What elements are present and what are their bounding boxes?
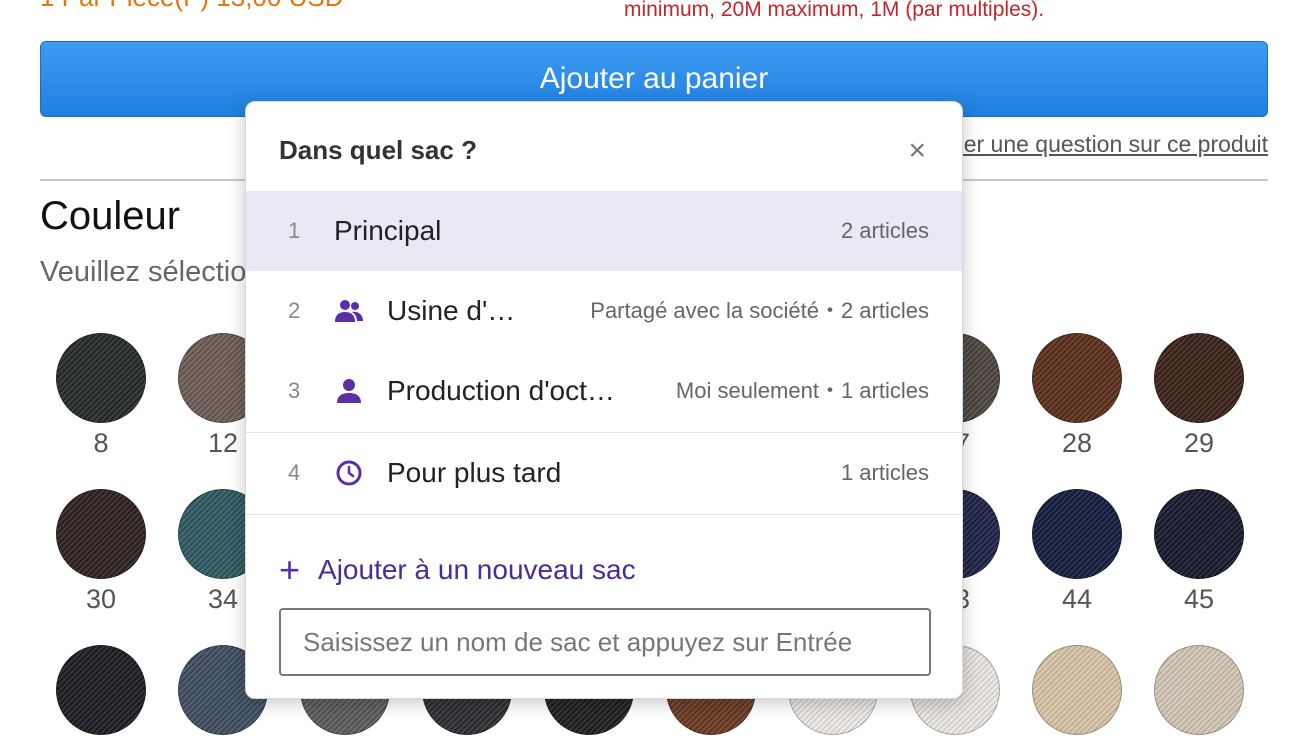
color-heading: Couleur — [40, 194, 181, 238]
price-line: 1 Par Pièce(P) 13,00 USD — [40, 0, 343, 13]
color-swatch[interactable] — [56, 645, 146, 735]
bag-meta: 1 articles — [840, 460, 929, 485]
bag-option-production[interactable]: 3 Production d'oct… Moi seulement・1 arti… — [246, 351, 962, 431]
group-icon — [335, 300, 363, 322]
bag-option-principal[interactable]: 1 Principal 2 articles — [246, 191, 962, 271]
color-swatch[interactable] — [1032, 489, 1122, 579]
color-swatch[interactable] — [1154, 333, 1244, 423]
quantity-note: minimum, 20M maximum, 1M (par multiples)… — [624, 0, 1045, 21]
bag-name: Usine d'… — [387, 295, 516, 326]
color-swatch[interactable] — [56, 489, 146, 579]
swatch-label: 30 — [85, 584, 117, 614]
plus-icon: + — [279, 549, 301, 590]
bag-option-later[interactable]: 4 Pour plus tard 1 articles — [246, 433, 962, 513]
color-swatch[interactable] — [1032, 645, 1122, 735]
ask-question-link[interactable]: Poser une question sur ce produit — [924, 131, 1268, 158]
bag-name: Production d'oct… — [387, 375, 615, 406]
bag-number: 4 — [288, 460, 301, 485]
swatch-label: 28 — [1061, 428, 1093, 458]
bag-option-usine[interactable]: 2 Usine d'… Partagé avec la société・2 ar… — [246, 271, 962, 351]
clock-icon — [336, 460, 362, 486]
bag-meta: 2 articles — [840, 218, 929, 243]
add-new-bag-button[interactable]: + Ajouter à un nouveau sac — [279, 550, 636, 590]
swatch-label: 44 — [1061, 584, 1093, 614]
popup-title: Dans quel sac ? — [279, 135, 477, 165]
bag-name: Pour plus tard — [387, 457, 562, 488]
bag-name: Principal — [334, 215, 442, 246]
bag-number: 1 — [288, 218, 301, 243]
bag-number: 2 — [288, 298, 301, 323]
swatch-label: 45 — [1183, 584, 1215, 614]
close-icon[interactable]: × — [908, 136, 926, 166]
person-icon — [337, 379, 361, 403]
color-swatch[interactable] — [1154, 645, 1244, 735]
row-divider — [246, 514, 962, 515]
add-new-bag-label: Ajouter à un nouveau sac — [318, 554, 636, 585]
color-swatch[interactable] — [1154, 489, 1244, 579]
bag-meta: Moi seulement・1 articles — [675, 378, 929, 403]
new-bag-name-input[interactable] — [279, 608, 931, 676]
bag-select-popup: Dans quel sac ? × 1 Principal 2 articles… — [245, 101, 963, 699]
swatch-label: 8 — [93, 428, 109, 458]
bag-meta: Partagé avec la société・2 articles — [590, 298, 929, 323]
bag-number: 3 — [288, 378, 301, 403]
color-swatch[interactable] — [56, 333, 146, 423]
color-swatch[interactable] — [1032, 333, 1122, 423]
swatch-label: 29 — [1183, 428, 1215, 458]
